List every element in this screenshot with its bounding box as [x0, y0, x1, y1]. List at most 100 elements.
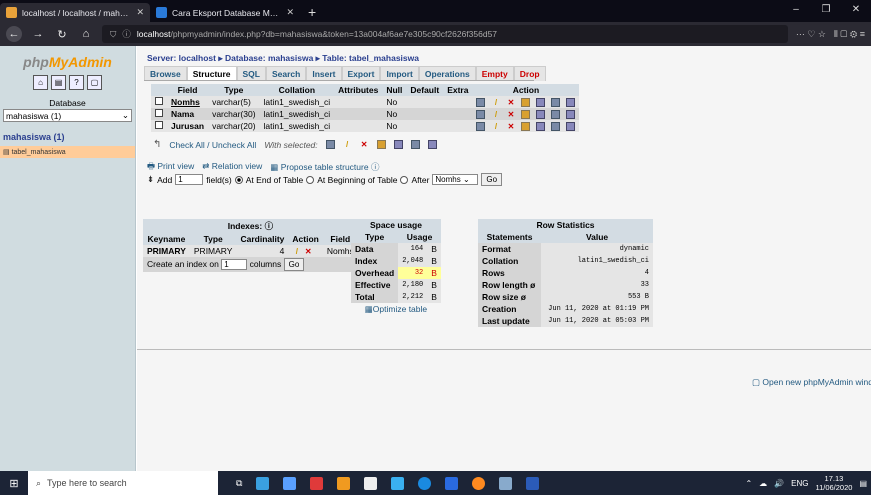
tab-empty[interactable]: Empty: [475, 66, 514, 81]
firefox-icon[interactable]: [472, 476, 486, 490]
edge-icon[interactable]: [418, 476, 432, 490]
row-checkbox[interactable]: [155, 121, 163, 129]
tab-sql[interactable]: SQL: [236, 66, 266, 81]
open-new-window-link[interactable]: ▢ Open new phpMyAdmin windo: [752, 377, 871, 388]
add-go-button[interactable]: Go: [481, 173, 503, 186]
language-label[interactable]: ENG: [791, 479, 808, 488]
index-icon[interactable]: [551, 97, 561, 107]
tab-structure[interactable]: Structure: [186, 66, 237, 81]
database-select[interactable]: mahasiswa (1) ⌄: [3, 109, 132, 122]
sidebar-table-link[interactable]: ▤ tabel_mahasiswa: [0, 146, 135, 158]
close-icon[interactable]: ✕: [286, 7, 294, 18]
create-index-count-input[interactable]: 1: [221, 259, 248, 270]
check-all-link[interactable]: Check All / Uncheck All: [169, 140, 256, 150]
at-end-radio[interactable]: [234, 175, 243, 184]
after-radio[interactable]: [400, 175, 409, 184]
network-icon[interactable]: ☁: [759, 479, 767, 488]
primary-key-icon[interactable]: [521, 121, 531, 131]
browser-tab-phpmyadmin[interactable]: localhost / localhost / mahasis ✕: [0, 3, 150, 22]
edit-icon[interactable]: /: [491, 110, 500, 119]
browse-distinct-icon[interactable]: [476, 109, 486, 119]
close-icon[interactable]: ✕: [136, 7, 144, 18]
fulltext-icon[interactable]: [566, 109, 576, 119]
sql-icon[interactable]: ▤: [51, 75, 66, 90]
help-icon[interactable]: ⓘ: [371, 162, 380, 172]
photoshop-icon[interactable]: [256, 476, 270, 490]
illustrator-icon[interactable]: [337, 476, 351, 490]
tab-drop[interactable]: Drop: [513, 66, 546, 81]
reload-icon[interactable]: ↻: [54, 26, 70, 42]
drop-icon[interactable]: ✕: [304, 247, 313, 256]
unique-icon[interactable]: [536, 121, 546, 131]
edit-icon[interactable]: /: [491, 98, 500, 107]
app-icon[interactable]: [310, 476, 324, 490]
clock[interactable]: 17.13 11/06/2020: [815, 474, 852, 492]
phpmyadmin-logo[interactable]: phpMyAdmin: [0, 54, 135, 70]
home-icon[interactable]: ⌂: [78, 26, 94, 42]
edit-selected-icon[interactable]: /: [343, 140, 352, 149]
notification-icon[interactable]: ▤: [859, 479, 867, 488]
primary-key-icon[interactable]: [521, 109, 531, 119]
explorer-icon[interactable]: [283, 476, 297, 490]
shield-app-icon[interactable]: [445, 476, 459, 490]
tab-browse[interactable]: Browse: [144, 66, 187, 81]
browse-distinct-icon[interactable]: [476, 121, 486, 131]
drop-icon[interactable]: ✕: [506, 122, 515, 131]
forward-icon[interactable]: →: [30, 26, 46, 42]
browse-selected-icon[interactable]: [325, 140, 335, 149]
drop-icon[interactable]: ✕: [506, 98, 515, 107]
window-close-icon[interactable]: ✕: [841, 0, 871, 20]
tab-insert[interactable]: Insert: [306, 66, 342, 81]
at-beginning-radio[interactable]: [306, 175, 315, 184]
library-icon[interactable]: ⫴ ▢ ⚙ ≡: [834, 29, 865, 40]
new-tab-icon[interactable]: +: [300, 4, 324, 22]
drop-icon[interactable]: ✕: [506, 110, 515, 119]
sidebar-db-link[interactable]: mahasiswa (1): [3, 132, 132, 142]
windows-start-icon[interactable]: ⊞: [0, 477, 28, 490]
help-icon[interactable]: ⓘ: [265, 221, 274, 231]
word-icon[interactable]: [526, 476, 540, 490]
tab-import[interactable]: Import: [380, 66, 419, 81]
docs-icon[interactable]: ?: [69, 75, 84, 90]
query-window-icon[interactable]: ▢: [87, 75, 102, 90]
chevron-up-icon[interactable]: ⌃: [745, 479, 752, 488]
taskbar-search[interactable]: ⌕ Type here to search: [28, 471, 218, 495]
volume-icon[interactable]: 🔊: [774, 479, 784, 488]
fulltext-icon[interactable]: [566, 97, 576, 107]
primary-key-icon[interactable]: [521, 97, 531, 107]
index-icon[interactable]: [551, 109, 561, 119]
unique-selected-icon[interactable]: [393, 140, 403, 149]
url-bar[interactable]: ⛉ ⓘ localhost/phpmyadmin/index.php?db=ma…: [102, 25, 788, 43]
create-index-go-button[interactable]: Go: [283, 258, 305, 271]
tab-operations[interactable]: Operations: [418, 66, 476, 81]
browser-tab-article[interactable]: Cara Eksport Database MySQL ✕: [150, 3, 300, 22]
task-view-icon[interactable]: ⧉: [236, 478, 242, 489]
home-icon[interactable]: ⌂: [33, 75, 48, 90]
row-checkbox[interactable]: [155, 97, 163, 105]
after-field-select[interactable]: Nomhs ⌄: [432, 174, 479, 185]
url-path: /phpmyadmin/index.php?db=mahasiswa&token…: [170, 29, 498, 39]
add-count-input[interactable]: 1: [175, 174, 204, 185]
tab-export[interactable]: Export: [341, 66, 381, 81]
browse-distinct-icon[interactable]: [476, 97, 486, 107]
tab-search[interactable]: Search: [266, 66, 307, 81]
check-icon[interactable]: [391, 476, 405, 490]
unique-icon[interactable]: [536, 109, 546, 119]
index-icon[interactable]: [551, 121, 561, 131]
optimize-table-link[interactable]: ▦Optimize table: [351, 303, 441, 316]
maximize-icon[interactable]: ❐: [811, 0, 841, 20]
index-selected-icon[interactable]: [410, 140, 420, 149]
fulltext-selected-icon[interactable]: [427, 140, 437, 149]
edit-icon[interactable]: /: [292, 247, 301, 256]
camera-icon[interactable]: [364, 476, 378, 490]
primary-selected-icon[interactable]: [376, 140, 386, 149]
unique-icon[interactable]: [536, 97, 546, 107]
edit-icon[interactable]: /: [491, 122, 500, 131]
url-actions[interactable]: ··· ♡ ☆: [796, 29, 826, 40]
photos-icon[interactable]: [499, 476, 513, 490]
row-checkbox[interactable]: [155, 109, 163, 117]
minimize-icon[interactable]: –: [781, 0, 811, 20]
back-icon[interactable]: ←: [6, 26, 22, 42]
fulltext-icon[interactable]: [566, 121, 576, 131]
drop-selected-icon[interactable]: ✕: [360, 140, 369, 149]
